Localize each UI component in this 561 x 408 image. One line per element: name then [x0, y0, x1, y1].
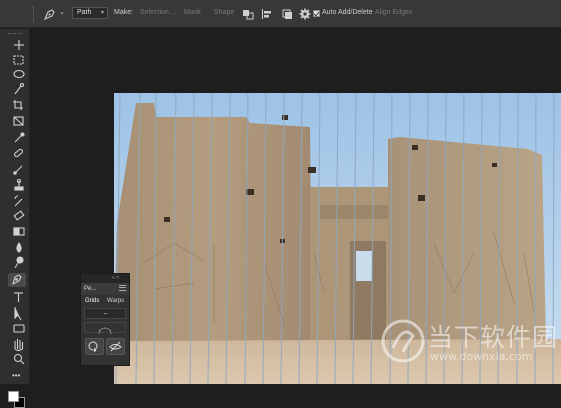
perspective-warp-panel: Pe... Grids Warps: [80, 273, 130, 366]
foreground-color-swatch[interactable]: [8, 391, 19, 402]
watermark-text: 当下软件园: [428, 323, 559, 352]
clone-stamp-icon: [14, 178, 24, 191]
rectangle-icon: [13, 324, 25, 333]
zoom-icon: [13, 353, 25, 365]
hand-icon: [14, 339, 24, 352]
tool-icons: [8, 40, 26, 365]
path-alignment-icon[interactable]: [259, 6, 275, 22]
pen-tool-icon[interactable]: [42, 6, 58, 22]
path-operations-icon[interactable]: [240, 6, 256, 22]
history-brush-icon: [14, 195, 23, 207]
warp-preset-slot[interactable]: [84, 322, 126, 335]
warp-hand-icon: [88, 341, 99, 355]
type-icon: [14, 292, 23, 302]
panel-menu-icon[interactable]: [119, 285, 126, 291]
make-shape-button[interactable]: Shape: [214, 7, 234, 19]
eyedropper-icon: [14, 132, 25, 143]
path-arrangement-icon[interactable]: [279, 6, 295, 22]
auto-add-delete-checkbox[interactable]: [313, 10, 320, 17]
make-mask-button[interactable]: Mask: [184, 7, 201, 19]
make-label: Make:: [114, 9, 134, 16]
auto-add-delete-label: Auto Add/Delete: [322, 9, 373, 16]
sun-arc-icon: [98, 327, 112, 335]
blur-icon: [16, 242, 22, 253]
tab-grids[interactable]: Grids: [83, 296, 101, 306]
mode-value: Path: [77, 9, 92, 16]
watermark-logo-icon: [381, 319, 425, 363]
panel-title: Pe...: [84, 286, 97, 292]
grid-preset-slot[interactable]: [84, 308, 126, 319]
chevron-down-icon: ▾: [100, 10, 104, 16]
make-selection-button[interactable]: Selection ...: [140, 7, 177, 19]
gradient-icon: [13, 227, 25, 236]
gear-icon[interactable]: [297, 6, 313, 22]
path-selection-icon: [14, 307, 22, 321]
toolbar-grip[interactable]: [8, 33, 22, 35]
marquee-icon: [13, 55, 24, 65]
watermark-url: www.downxia.com: [430, 350, 533, 363]
healing-brush-icon: [14, 148, 23, 158]
quick-select-icon: [14, 82, 25, 95]
reset-warp-button[interactable]: [106, 338, 125, 355]
add-grid-icon: [104, 313, 107, 314]
eraser-icon: [13, 210, 25, 221]
move-icon: [14, 40, 24, 50]
frame-icon: [13, 116, 24, 126]
tool-preset-chevron-down-icon[interactable]: ⌄: [59, 7, 65, 19]
eye-slash-icon: [109, 341, 122, 352]
tools-panel: •••: [0, 29, 30, 408]
lasso-icon: [13, 69, 25, 79]
panel-drag-bar[interactable]: [81, 274, 129, 283]
panel-controls[interactable]: « ×: [112, 275, 119, 281]
brush-icon: [13, 165, 23, 175]
apply-warp-button[interactable]: [85, 338, 104, 355]
options-bar: ⌄ Path ▾ Make: Selection ... Mask Shape …: [0, 0, 561, 28]
tab-warps[interactable]: Warps: [105, 296, 126, 306]
more-tools-icon[interactable]: •••: [12, 372, 20, 380]
dodge-icon: [14, 256, 24, 269]
crop-icon: [13, 100, 23, 110]
options-bar-grip[interactable]: [33, 6, 36, 22]
align-edges-label: Align Edges: [375, 9, 413, 16]
mode-dropdown[interactable]: Path ▾: [72, 7, 108, 19]
